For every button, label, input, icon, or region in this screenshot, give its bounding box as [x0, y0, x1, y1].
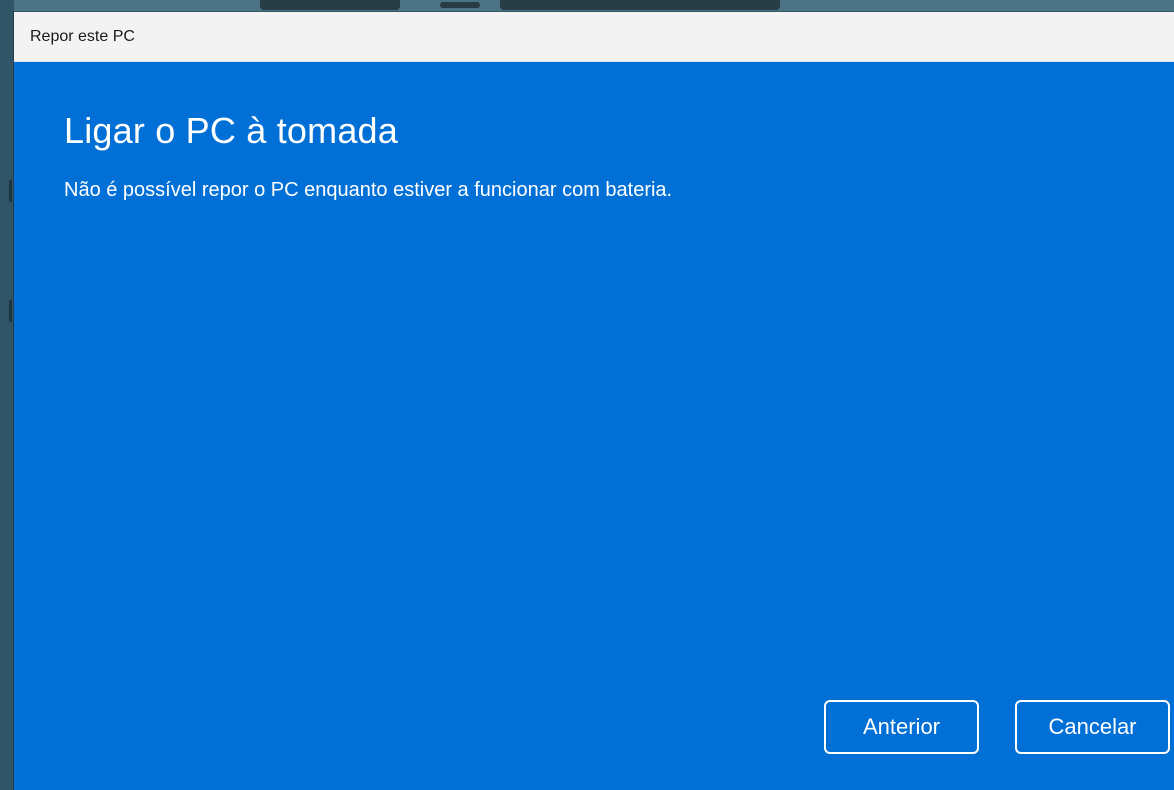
background-window-tick	[9, 300, 12, 322]
battery-warning-message: Não é possível repor o PC enquanto estiv…	[64, 179, 673, 201]
dialog-content: Ligar o PC à tomada Não é possível repor…	[14, 62, 1174, 790]
cancel-button[interactable]: Cancelar	[1015, 700, 1170, 754]
title-bar[interactable]: Repor este PC	[14, 12, 1174, 62]
back-button[interactable]: Anterior	[824, 700, 979, 754]
page-title: Ligar o PC à tomada	[64, 110, 398, 151]
reset-pc-dialog: Repor este PC Ligar o PC à tomada Não é …	[14, 12, 1174, 790]
background-window-heading-fragment	[240, 0, 800, 12]
desktop-background: Repor este PC Ligar o PC à tomada Não é …	[0, 0, 1174, 790]
background-window-tick	[9, 180, 12, 202]
window-title: Repor este PC	[30, 27, 135, 45]
background-window-edge	[0, 0, 14, 790]
